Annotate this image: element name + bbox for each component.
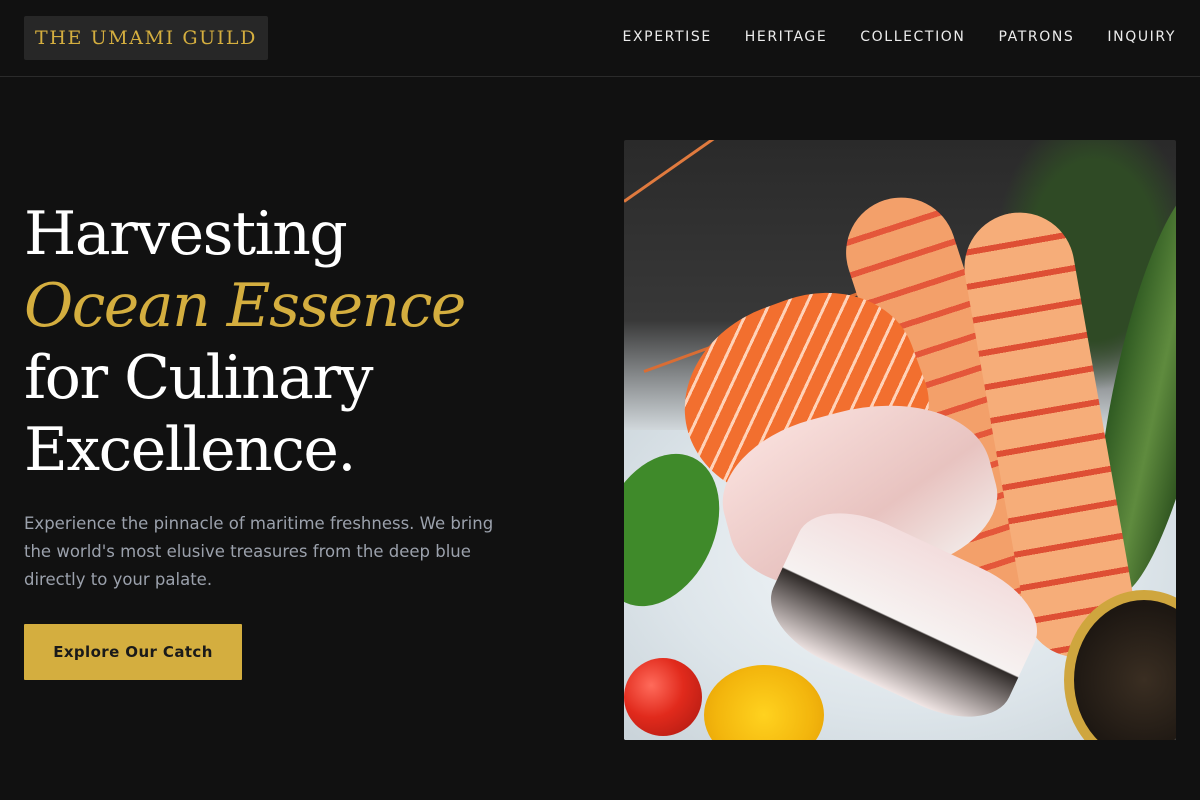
nav-link-collection[interactable]: COLLECTION xyxy=(860,29,965,45)
landing-page: THE UMAMI GUILD EXPERTISE HERITAGE COLLE… xyxy=(0,0,1200,800)
seafood-platter-image xyxy=(624,140,1176,740)
main-nav: EXPERTISE HERITAGE COLLECTION PATRONS IN… xyxy=(623,0,1176,74)
nav-link-heritage[interactable]: HERITAGE xyxy=(745,29,828,45)
site-header: THE UMAMI GUILD EXPERTISE HERITAGE COLLE… xyxy=(0,0,1200,77)
explore-catch-button[interactable]: Explore Our Catch xyxy=(24,624,242,680)
shrimp-antenna xyxy=(624,140,871,203)
nav-link-patrons[interactable]: PATRONS xyxy=(999,29,1075,45)
nav-link-expertise[interactable]: EXPERTISE xyxy=(623,29,712,45)
hero-title-line-1: Harvesting xyxy=(24,199,348,269)
hero-title-line-4: Excellence. xyxy=(24,415,356,485)
brand-logo[interactable]: THE UMAMI GUILD xyxy=(24,16,268,60)
nav-link-inquiry[interactable]: INQUIRY xyxy=(1107,29,1176,45)
hero-title: Harvesting Ocean Essence for Culinary Ex… xyxy=(24,198,564,486)
hero-section: Harvesting Ocean Essence for Culinary Ex… xyxy=(24,198,564,680)
hero-intro: Experience the pinnacle of maritime fres… xyxy=(24,514,494,589)
cherry-tomato xyxy=(624,658,702,736)
hero-title-accent: Ocean Essence xyxy=(24,271,466,341)
hero-title-line-3: for Culinary xyxy=(24,343,374,413)
